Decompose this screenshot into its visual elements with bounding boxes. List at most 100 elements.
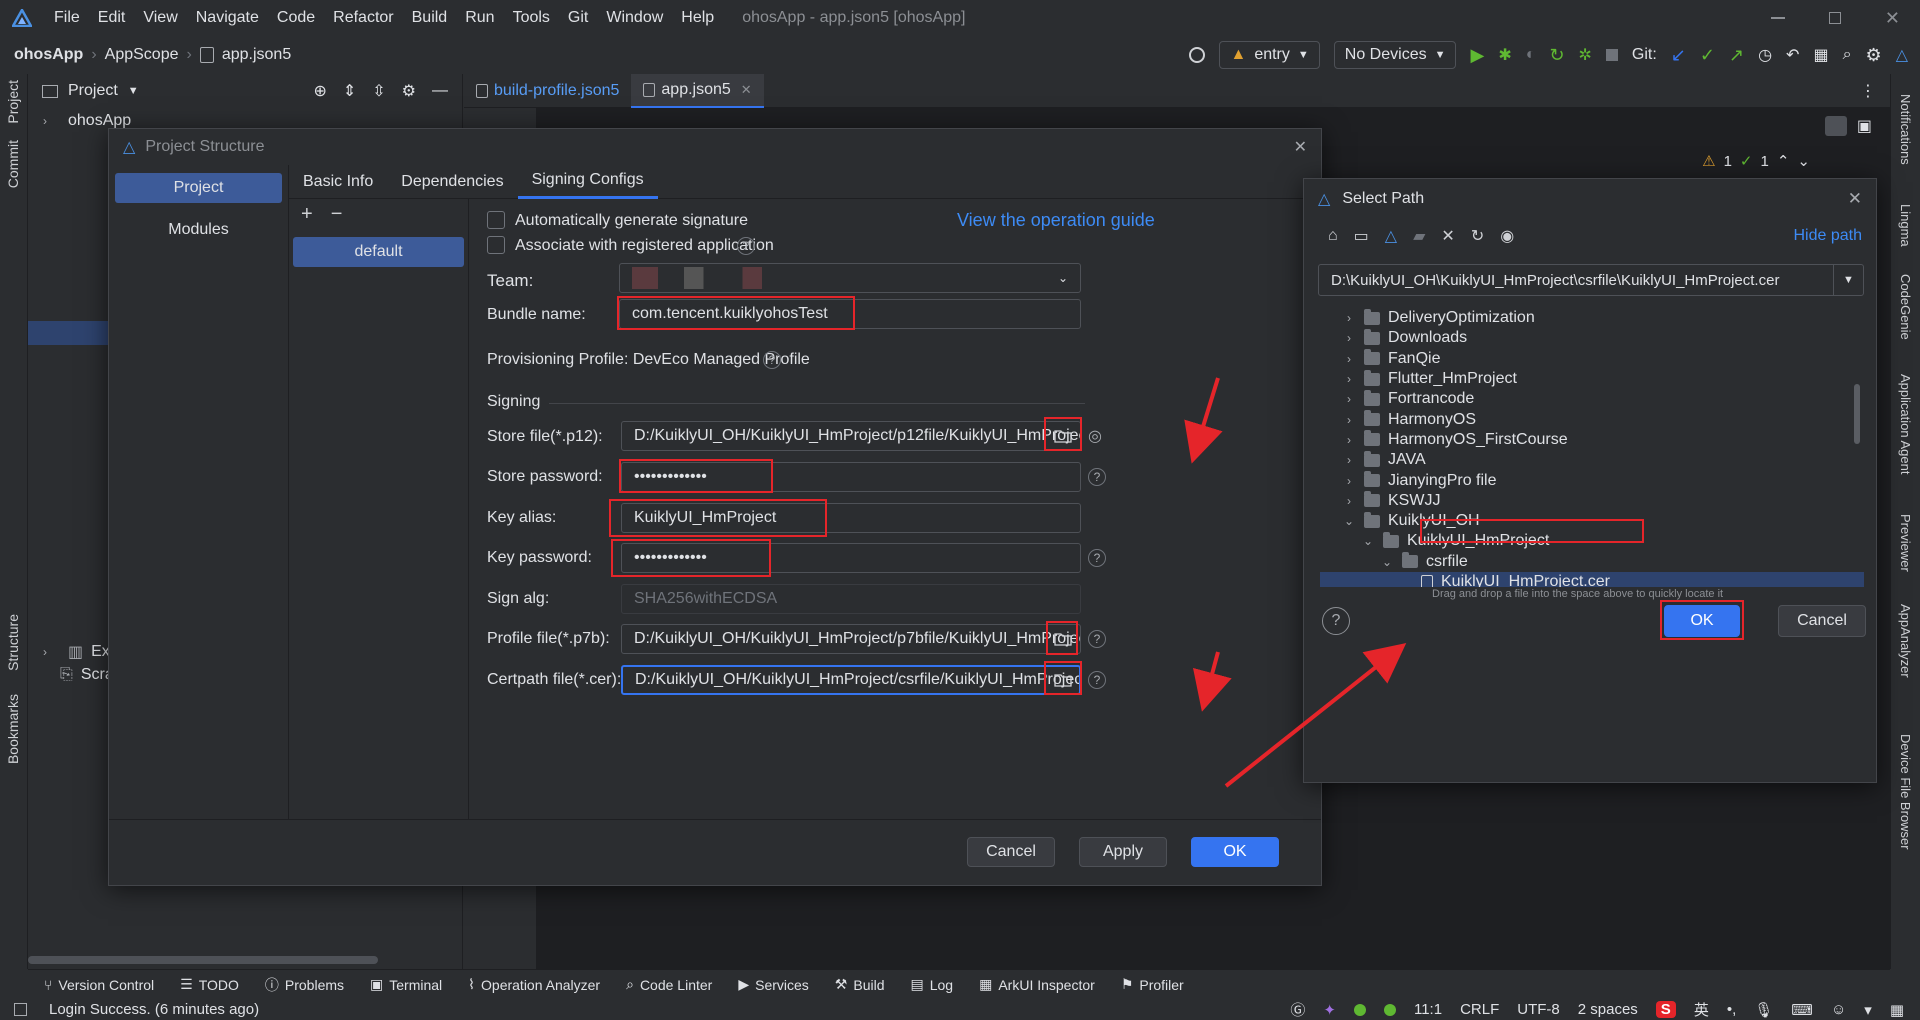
preview-icon[interactable]: ▣	[1857, 116, 1872, 136]
tool-terminal[interactable]: ▣ Terminal	[370, 976, 442, 993]
menu-view[interactable]: View	[143, 9, 177, 27]
help-icon[interactable]: ?	[1322, 607, 1350, 635]
cancel-button[interactable]: Cancel	[967, 837, 1055, 867]
tab-basic-info[interactable]: Basic Info	[289, 165, 387, 199]
collapse-all-icon[interactable]: ⇳	[372, 81, 385, 101]
chevron-down-icon[interactable]: ⌄	[1797, 152, 1810, 170]
ime-punct-icon[interactable]: •,	[1727, 1001, 1736, 1018]
gear-icon[interactable]: ⚙	[402, 81, 416, 101]
config-item-default[interactable]: default	[293, 237, 464, 267]
tree-folder-row[interactable]: ⌄ KuiklyUI_OH	[1320, 511, 1864, 531]
tool-todo[interactable]: ☰ TODO	[180, 976, 239, 993]
show-hidden-icon[interactable]: ◉	[1500, 226, 1514, 246]
ime-language[interactable]: 英	[1694, 999, 1709, 1020]
run-config-select[interactable]: ▲ entry ▼	[1219, 41, 1320, 69]
stripe-previewer[interactable]: Previewer	[1898, 514, 1913, 577]
add-config-icon[interactable]: +	[301, 203, 313, 226]
file-encoding[interactable]: UTF-8	[1517, 1001, 1560, 1018]
close-icon[interactable]: ✕	[1294, 137, 1307, 157]
chevron-right-icon[interactable]: ›	[1342, 474, 1356, 488]
chevron-right-icon[interactable]: ›	[1342, 311, 1356, 325]
cursor-position[interactable]: 11:1	[1414, 1001, 1442, 1018]
chevron-right-icon[interactable]: ›	[1342, 331, 1356, 345]
menu-refactor[interactable]: Refactor	[333, 9, 393, 27]
store-file-browse-button[interactable]	[1049, 423, 1077, 449]
menu-code[interactable]: Code	[277, 9, 315, 27]
refresh-icon[interactable]: ↻	[1471, 226, 1484, 246]
key-password-input[interactable]: •••••••••••••	[621, 543, 1081, 573]
chevron-right-icon[interactable]: ›	[1342, 453, 1356, 467]
stripe-bookmarks[interactable]: Bookmarks	[5, 694, 21, 769]
tool-arkui-inspector[interactable]: ▦ ArkUI Inspector	[979, 976, 1095, 993]
chevron-right-icon[interactable]: ›	[1342, 494, 1356, 508]
tool-code-linter[interactable]: ⌕ Code Linter	[626, 976, 712, 993]
stripe-structure[interactable]: Structure	[5, 614, 21, 676]
nav-project[interactable]: Project	[115, 173, 282, 203]
project-panel-title[interactable]: Project	[68, 82, 118, 100]
tree-folder-row[interactable]: ⌄ csrfile	[1320, 552, 1864, 572]
certpath-file-browse-button[interactable]	[1049, 667, 1077, 693]
close-icon[interactable]: ✕	[1848, 189, 1862, 209]
horizontal-scrollbar[interactable]	[28, 956, 378, 964]
user-icon[interactable]: ☺	[1831, 1001, 1846, 1018]
path-input[interactable]: D:\KuiklyUI_OH\KuiklyUI_HmProject\csrfil…	[1318, 264, 1864, 296]
auto-sign-checkbox[interactable]	[487, 211, 505, 229]
line-separator[interactable]: CRLF	[1460, 1001, 1499, 1018]
tree-folder-row[interactable]: › KSWJJ	[1320, 491, 1864, 511]
menu-file[interactable]: File	[54, 9, 80, 27]
settings-icon[interactable]: ⚙	[1866, 45, 1882, 66]
stripe-lingma[interactable]: Lingma	[1898, 204, 1913, 252]
chevron-right-icon[interactable]: ›	[1342, 392, 1356, 406]
project-icon[interactable]: △	[1385, 226, 1397, 246]
help-icon[interactable]: ?	[1088, 549, 1106, 567]
chevron-up-icon[interactable]: ⌃	[1777, 152, 1790, 170]
shirt-icon[interactable]: ▾	[1864, 1001, 1872, 1019]
grid-icon[interactable]: ▦	[1890, 1001, 1904, 1019]
locate-icon[interactable]: ⊕	[313, 81, 326, 101]
keyboard-icon[interactable]: ⌨	[1791, 1001, 1813, 1019]
tree-folder-row[interactable]: › JAVA	[1320, 450, 1864, 470]
restore-button[interactable]	[1828, 12, 1841, 24]
chevron-down-icon[interactable]: ⌄	[1361, 534, 1375, 548]
tree-file-row[interactable]: KuiklyUI_HmProject.cer	[1320, 571, 1864, 587]
help-icon[interactable]: ?	[737, 237, 755, 255]
chevron-right-icon[interactable]: ›	[38, 645, 52, 659]
profile-icon[interactable]: ◐	[1526, 46, 1536, 64]
menu-navigate[interactable]: Navigate	[196, 9, 259, 27]
git-commit-icon[interactable]: ✓	[1700, 45, 1715, 66]
tool-services[interactable]: ▶ Services	[738, 976, 808, 993]
tree-folder-row[interactable]: › JianyingPro file	[1320, 470, 1864, 490]
menu-tools[interactable]: Tools	[513, 9, 550, 27]
stop-icon[interactable]	[1605, 49, 1618, 61]
run-icon[interactable]: ▶	[1470, 45, 1484, 66]
chevron-down-icon[interactable]: ⌄	[1342, 514, 1356, 528]
tree-scrollbar[interactable]	[1854, 384, 1860, 444]
microphone-icon[interactable]: 🎙	[1754, 1001, 1773, 1019]
tab-dependencies[interactable]: Dependencies	[387, 165, 517, 199]
chevron-down-icon[interactable]: ⌄	[1380, 555, 1394, 569]
team-select[interactable]: ⌄	[619, 263, 1081, 293]
chevron-right-icon[interactable]: ›	[1342, 372, 1356, 386]
ime-logo-icon[interactable]: S	[1655, 1001, 1676, 1018]
menu-run[interactable]: Run	[465, 9, 494, 27]
stripe-project[interactable]: Project	[5, 80, 21, 129]
chevron-right-icon[interactable]: ›	[38, 114, 52, 128]
tree-folder-row[interactable]: › Fortrancode	[1320, 389, 1864, 409]
tree-root[interactable]: ohosApp	[68, 112, 131, 130]
tool-log[interactable]: ▤ Log	[911, 976, 954, 993]
tree-folder-row[interactable]: › FanQie	[1320, 349, 1864, 369]
tool-profiler[interactable]: ⚑ Profiler	[1121, 976, 1184, 993]
profile-file-browse-button[interactable]	[1049, 626, 1077, 652]
history-icon[interactable]: ◷	[1758, 45, 1772, 65]
copilot-icon[interactable]: Ⓖ	[1290, 999, 1305, 1020]
close-window-button[interactable]: ✕	[1885, 8, 1900, 29]
desktop-icon[interactable]: ▭	[1354, 226, 1369, 246]
debug-icon[interactable]: ✱	[1498, 45, 1511, 65]
expand-all-icon[interactable]: ⇕	[343, 81, 356, 101]
panel-toggle-icon[interactable]	[14, 1003, 27, 1016]
hide-icon[interactable]: —	[432, 82, 448, 100]
fingerprint-icon[interactable]: ◎	[1088, 426, 1102, 446]
breadcrumb-appscope[interactable]: AppScope	[105, 46, 179, 64]
certpath-file-input[interactable]: D:/KuiklyUI_OH/KuiklyUI_HmProject/csrfil…	[621, 665, 1081, 695]
tool-build[interactable]: ⚒ Build	[835, 976, 885, 993]
